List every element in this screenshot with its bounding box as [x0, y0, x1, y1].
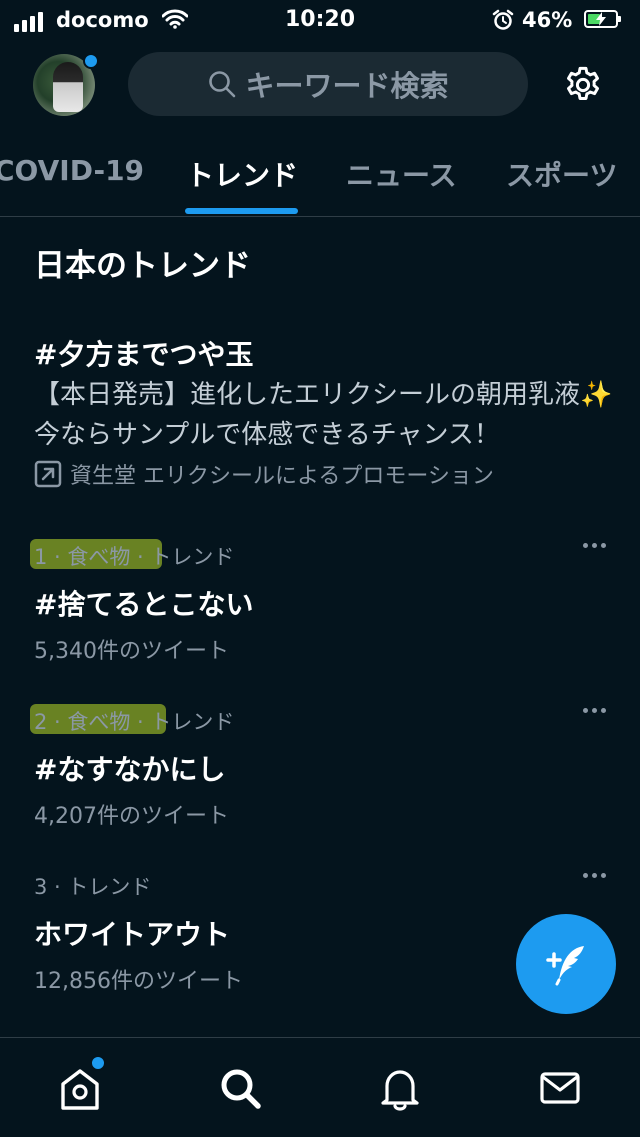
gear-icon: [566, 66, 600, 100]
promoted-by-label: 資生堂 エリクシールによるプロモーション: [34, 458, 494, 490]
home-icon: [61, 1069, 99, 1110]
trend-name: #なすなかにし: [34, 753, 226, 786]
battery-percentage: 46%: [522, 8, 573, 32]
trend-meta-text: 3 · トレンド: [34, 875, 152, 899]
search-icon: [209, 71, 236, 98]
trend-meta: 2 · 食べ物 · トレンド: [30, 704, 606, 736]
tab-covid-19[interactable]: COVID-19: [0, 154, 144, 187]
tab-news[interactable]: ニュース: [346, 154, 457, 194]
trend-meta: 3 · トレンド: [34, 871, 606, 901]
more-options-button[interactable]: [583, 873, 606, 878]
nav-home[interactable]: [58, 1066, 102, 1116]
search-bar[interactable]: キーワード検索: [128, 52, 528, 116]
more-options-icon: [583, 543, 588, 548]
promoted-trend-title[interactable]: #夕方までつや玉: [34, 333, 253, 373]
tab-trends[interactable]: トレンド: [186, 154, 298, 194]
trend-tweet-count: 5,340件のツイート: [34, 639, 229, 664]
nav-notifications[interactable]: [378, 1066, 422, 1116]
trend-item[interactable]: 1 · 食べ物 · トレンド #捨てるとこない 5,340件のツイート: [30, 539, 606, 665]
section-title: 日本のトレンド: [34, 248, 251, 284]
status-bar: docomo 10:20 46%: [0, 0, 640, 40]
active-tab-indicator: [185, 208, 298, 214]
more-options-icon: [583, 873, 588, 878]
bell-icon: [381, 1070, 419, 1111]
unread-indicator-dot: [83, 53, 99, 69]
trend-meta: 1 · 食べ物 · トレンド: [30, 539, 606, 571]
nav-messages[interactable]: [538, 1066, 582, 1114]
mail-icon: [540, 1072, 580, 1104]
trend-meta-text: 1 · 食べ物 · トレンド: [34, 545, 235, 569]
trend-name: #捨てるとこない: [34, 588, 254, 621]
search-icon: [221, 1069, 261, 1109]
more-options-button[interactable]: [583, 708, 606, 713]
settings-button[interactable]: [562, 64, 604, 110]
promoted-by-text: 資生堂 エリクシールによるプロモーション: [70, 464, 494, 489]
more-options-button[interactable]: [583, 543, 606, 548]
tab-sports[interactable]: スポーツ: [506, 154, 617, 194]
explore-tabs: COVID-19 トレンド ニュース スポーツ: [0, 140, 640, 217]
search-placeholder: キーワード検索: [245, 69, 449, 103]
nav-explore[interactable]: [218, 1066, 264, 1116]
charging-bolt-icon: [596, 12, 606, 26]
promoted-arrow-icon: [34, 460, 62, 488]
compose-tweet-icon: [546, 946, 584, 986]
promoted-trend-description: 【本日発売】進化したエリクシールの朝用乳液✨今ならサンプルで体感できるチャンス！: [34, 380, 613, 450]
home-unread-dot: [90, 1055, 106, 1071]
bottom-navigation: [0, 1037, 640, 1137]
trend-tweet-count: 4,207件のツイート: [34, 804, 229, 829]
compose-tweet-button[interactable]: [516, 914, 616, 1014]
more-options-icon: [583, 708, 588, 713]
trend-item[interactable]: 2 · 食べ物 · トレンド #なすなかにし 4,207件のツイート: [30, 704, 606, 830]
battery-icon: [584, 10, 621, 28]
trend-meta-text: 2 · 食べ物 · トレンド: [34, 710, 235, 734]
alarm-icon: [492, 9, 514, 35]
